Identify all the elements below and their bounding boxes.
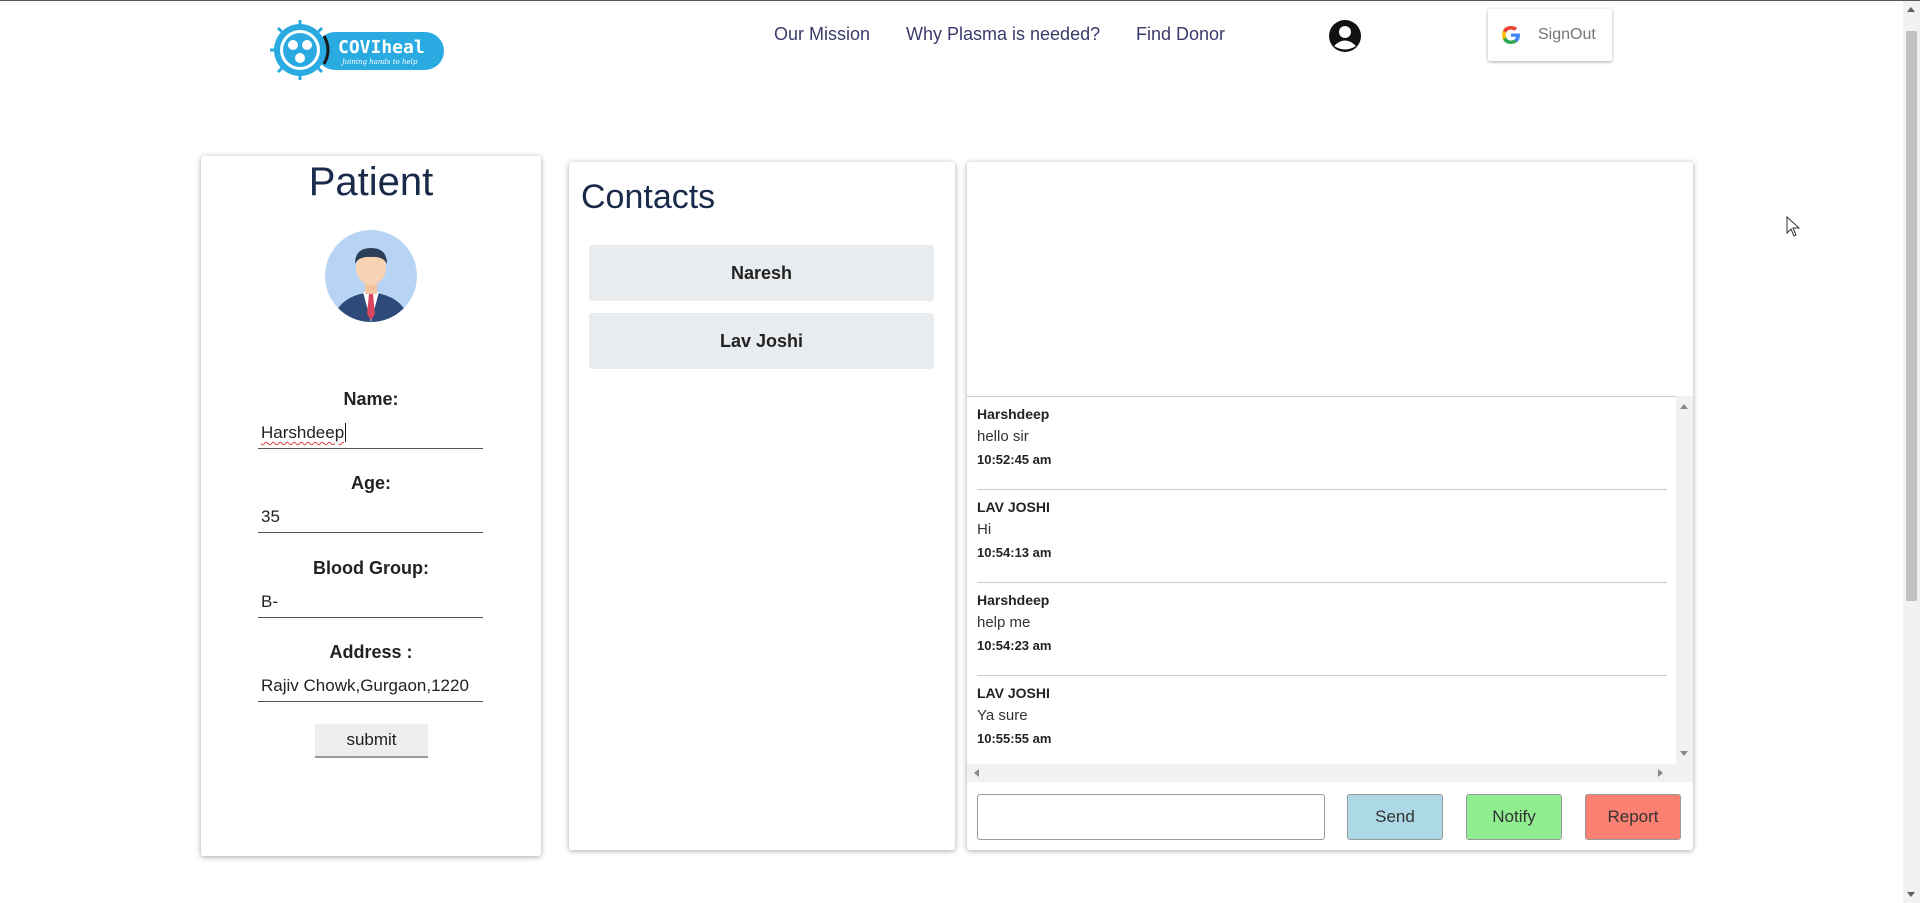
message-text: Hi xyxy=(977,521,992,538)
nav-find-donor[interactable]: Find Donor xyxy=(1136,24,1225,45)
contact-item-naresh[interactable]: Naresh xyxy=(589,245,934,301)
chat-message: Harshdeep help me 10:54:23 am xyxy=(977,583,1667,676)
nav-our-mission[interactable]: Our Mission xyxy=(774,24,870,45)
page-scroll-thumb[interactable] xyxy=(1906,31,1917,601)
scroll-up-arrow-icon[interactable] xyxy=(1680,404,1688,409)
scroll-left-arrow-icon[interactable] xyxy=(974,769,979,777)
patient-title: Patient xyxy=(308,160,434,204)
blood-group-input[interactable]: B- xyxy=(258,584,483,618)
message-time: 10:55:55 am xyxy=(977,731,1052,746)
report-button[interactable]: Report xyxy=(1585,794,1681,840)
contact-item-lav-joshi[interactable]: Lav Joshi xyxy=(589,313,934,369)
address-input[interactable]: Rajiv Chowk,Gurgaon,1220 xyxy=(258,668,483,702)
message-sender: LAV JOSHI xyxy=(977,685,1050,701)
message-sender: Harshdeep xyxy=(977,592,1050,608)
chat-horizontal-scrollbar[interactable] xyxy=(967,764,1693,782)
chat-message: LAV JOSHI Ya sure 10:55:55 am xyxy=(977,676,1667,764)
submit-button[interactable]: submit xyxy=(315,724,428,758)
message-text: help me xyxy=(977,614,1031,631)
message-sender: Harshdeep xyxy=(977,406,1050,422)
age-input[interactable]: 35 xyxy=(258,499,483,533)
logo-tagline-text: Joining hands to help xyxy=(340,58,418,66)
account-circle-icon[interactable] xyxy=(1328,19,1362,53)
contacts-card: Contacts Naresh Lav Joshi xyxy=(569,162,955,850)
message-sender: LAV JOSHI xyxy=(977,499,1050,515)
message-time: 10:52:45 am xyxy=(977,452,1052,467)
message-time: 10:54:23 am xyxy=(977,638,1052,653)
name-input-value: Harshdeep xyxy=(261,423,345,442)
scroll-down-arrow-icon[interactable] xyxy=(1680,751,1688,756)
send-button[interactable]: Send xyxy=(1347,794,1443,840)
contacts-title: Contacts xyxy=(581,178,716,216)
signout-button[interactable]: SignOut xyxy=(1488,9,1612,61)
logo-brand-text: COVIheal xyxy=(338,37,425,58)
google-g-icon xyxy=(1502,26,1520,44)
page-scrollbar[interactable] xyxy=(1903,1,1920,903)
message-time: 10:54:13 am xyxy=(977,545,1052,560)
covi-heal-logo[interactable]: COVIheal Joining hands to help xyxy=(268,18,448,86)
patient-card: Patient Name: Harshdeep Age: 35 Blood Gr… xyxy=(201,156,541,856)
chat-message: LAV JOSHI Hi 10:54:13 am xyxy=(977,490,1667,583)
nav-why-plasma[interactable]: Why Plasma is needed? xyxy=(906,24,1100,45)
chat-vertical-scrollbar[interactable] xyxy=(1676,396,1693,764)
signout-label: SignOut xyxy=(1538,26,1596,43)
age-label: Age: xyxy=(351,473,391,493)
message-input[interactable] xyxy=(977,794,1325,840)
page-scroll-down-icon[interactable] xyxy=(1907,892,1915,897)
scroll-right-arrow-icon[interactable] xyxy=(1658,769,1663,777)
message-text: Ya sure xyxy=(977,707,1028,724)
address-label: Address : xyxy=(329,642,413,662)
blood-group-label: Blood Group: xyxy=(313,558,429,578)
notify-button[interactable]: Notify xyxy=(1466,794,1562,840)
top-border xyxy=(0,0,1920,1)
message-text: hello sir xyxy=(977,428,1029,445)
chat-message: Harshdeep hello sir 10:52:45 am xyxy=(977,397,1667,490)
name-input[interactable]: Harshdeep xyxy=(258,415,483,449)
chat-card: Harshdeep hello sir 10:52:45 am LAV JOSH… xyxy=(967,162,1693,850)
name-label: Name: xyxy=(343,389,399,409)
chat-log[interactable]: Harshdeep hello sir 10:52:45 am LAV JOSH… xyxy=(967,396,1676,764)
patient-avatar xyxy=(325,230,417,322)
mouse-cursor-icon xyxy=(1786,216,1801,237)
page-scroll-up-icon[interactable] xyxy=(1907,7,1915,12)
